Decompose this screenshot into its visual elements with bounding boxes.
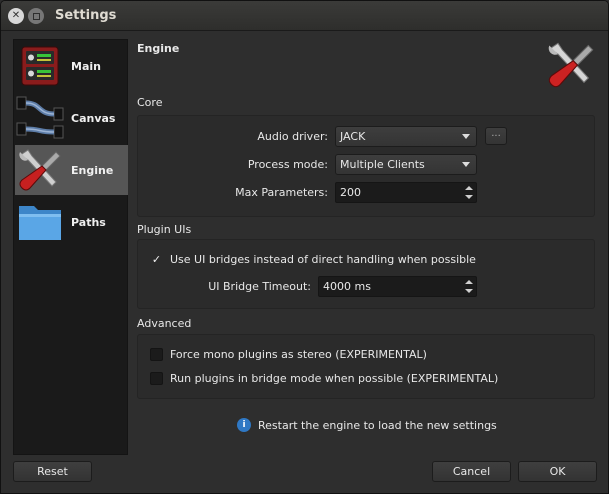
wrench-screwdriver-icon	[15, 145, 65, 195]
settings-window: ✕ Settings Main Canvas Engine Paths Engi…	[0, 0, 609, 494]
advanced-group-label: Advanced	[137, 317, 192, 330]
settings-sidebar: Main Canvas Engine Paths	[13, 39, 128, 455]
driver-options-button[interactable]: ...	[485, 127, 507, 145]
page-title: Engine	[137, 42, 180, 55]
maximize-window-icon[interactable]	[28, 8, 44, 24]
audio-driver-select[interactable]: JACK	[335, 126, 477, 147]
core-group-label: Core	[137, 96, 163, 109]
close-window-icon[interactable]: ✕	[8, 8, 24, 24]
sidebar-item-main[interactable]: Main	[15, 41, 128, 91]
plugin-uis-group: ✓ Use UI bridges instead of direct handl…	[137, 239, 595, 309]
sidebar-item-label: Engine	[71, 163, 114, 177]
title-bar: ✕ Settings	[1, 1, 608, 31]
restart-notice: i Restart the engine to load the new set…	[237, 418, 497, 432]
sidebar-item-engine[interactable]: Engine	[15, 145, 128, 195]
sidebar-item-paths[interactable]: Paths	[15, 197, 128, 247]
info-icon: i	[237, 418, 251, 432]
cancel-button[interactable]: Cancel	[432, 461, 511, 482]
reset-button[interactable]: Reset	[13, 461, 92, 482]
folder-icon	[15, 197, 65, 247]
checkbox-box[interactable]	[150, 372, 163, 385]
sidebar-item-label: Main	[71, 59, 101, 73]
ok-button[interactable]: OK	[518, 461, 597, 482]
core-group: Audio driver: JACK ... Process mode: Mul…	[137, 115, 595, 217]
sidebar-item-canvas[interactable]: Canvas	[15, 93, 128, 143]
spin-arrows-icon[interactable]	[464, 184, 474, 201]
ui-bridge-timeout-label: UI Bridge Timeout:	[208, 280, 311, 293]
audio-driver-label: Audio driver:	[257, 130, 328, 143]
canvas-connections-icon	[15, 93, 65, 143]
window-title: Settings	[55, 8, 117, 23]
advanced-group: Force mono plugins as stereo (EXPERIMENT…	[137, 334, 595, 399]
ui-bridge-timeout-spinbox[interactable]: 4000 ms	[318, 276, 477, 297]
chevron-down-icon	[462, 162, 470, 167]
checkbox-box[interactable]	[150, 348, 163, 361]
sidebar-item-label: Paths	[71, 215, 106, 229]
process-mode-select[interactable]: Multiple Clients	[335, 154, 477, 175]
sidebar-item-label: Canvas	[71, 111, 116, 125]
plugin-uis-group-label: Plugin UIs	[137, 223, 192, 236]
use-ui-bridges-checkbox[interactable]: ✓ Use UI bridges instead of direct handl…	[150, 253, 476, 266]
chevron-down-icon	[462, 134, 470, 139]
spin-arrows-icon[interactable]	[464, 278, 474, 295]
wrench-screwdriver-icon	[545, 39, 597, 91]
max-parameters-spinbox[interactable]: 200	[335, 182, 477, 203]
force-mono-stereo-checkbox[interactable]: Force mono plugins as stereo (EXPERIMENT…	[150, 348, 427, 361]
engine-settings-page: Engine Core Audio driver: JACK ... Proce…	[137, 39, 597, 439]
mixer-icon	[15, 41, 65, 91]
checkmark-icon[interactable]: ✓	[150, 253, 163, 266]
process-mode-label: Process mode:	[247, 158, 328, 171]
max-parameters-label: Max Parameters:	[235, 186, 328, 199]
bridge-mode-checkbox[interactable]: Run plugins in bridge mode when possible…	[150, 372, 498, 385]
